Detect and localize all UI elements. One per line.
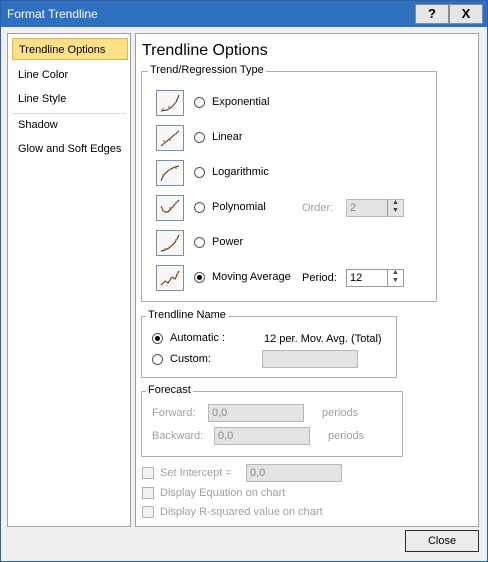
order-value: 2 [350,202,357,214]
linear-label: Linear [212,131,243,143]
nav-item-shadow[interactable]: Shadow [12,114,128,136]
window-title: Format Trendline [7,7,98,21]
trend-type-group-label: Trend/Regression Type [148,64,266,76]
options-panel: Trendline Options Trend/Regression Type … [135,33,479,527]
title-bar[interactable]: Format Trendline ? X [1,1,487,27]
trendline-name-group-label: Trendline Name [146,309,228,321]
nav-item-line-color[interactable]: Line Color [12,64,128,86]
power-trend-icon[interactable] [156,230,184,256]
polynomial-label: Polynomial [212,201,266,213]
display-rsquared-label: Display R-squared value on chart [160,506,323,518]
backward-label: Backward: [152,430,204,442]
logarithmic-radio[interactable] [194,167,205,178]
exponential-label: Exponential [212,96,270,108]
period-label: Period: [302,272,337,284]
linear-trend-icon[interactable] [156,125,184,151]
exponential-radio[interactable] [194,97,205,108]
custom-label: Custom: [170,353,211,365]
period-value: 12 [350,272,363,284]
automatic-label: Automatic : [170,332,226,344]
set-intercept-checkbox [142,467,154,479]
logarithmic-trend-icon[interactable] [156,160,184,186]
close-window-button[interactable]: X [449,4,483,24]
forecast-group-label: Forecast [146,384,193,396]
exponential-trend-icon[interactable] [156,90,184,116]
power-label: Power [212,236,244,248]
linear-radio[interactable] [194,132,205,143]
order-label: Order: [302,202,334,214]
set-intercept-label: Set Intercept = [160,467,232,479]
help-button[interactable]: ? [415,4,449,24]
nav-item-glow-soft-edges[interactable]: Glow and Soft Edges [12,138,128,160]
moving-average-trend-icon[interactable] [156,265,184,291]
polynomial-radio[interactable] [194,202,205,213]
order-field: 2 ▲ ▼ [346,199,404,217]
automatic-radio[interactable] [152,333,163,344]
power-radio[interactable] [194,237,205,248]
spin-down-icon[interactable]: ▼ [388,277,403,285]
close-button[interactable]: Close [405,530,479,552]
polynomial-trend-icon[interactable] [156,195,184,221]
logarithmic-label: Logarithmic [212,166,269,178]
backward-periods-label: periods [328,430,365,442]
period-field[interactable]: 12 ▲ ▼ [346,269,404,287]
category-nav: Trendline Options Line Color Line Style … [7,33,131,527]
order-spinner: ▲ ▼ [387,199,403,217]
forward-label: Forward: [152,407,196,419]
format-trendline-dialog: Format Trendline ? X Trendline Options L… [0,0,488,562]
intercept-field: 0,0 [246,464,342,482]
automatic-name-value: 12 per. Mov. Avg. (Total) [264,333,382,345]
display-equation-label: Display Equation on chart [160,487,286,499]
trendline-name-group: Trendline Name Automatic : 12 per. Mov. … [141,309,397,378]
spin-up-icon[interactable]: ▲ [388,269,403,277]
nav-item-line-style[interactable]: Line Style [12,88,128,110]
spin-up-icon: ▲ [392,199,399,206]
display-rsquared-checkbox [142,506,154,518]
dialog-body: Trendline Options Line Color Line Style … [5,29,483,557]
moving-average-radio[interactable] [194,272,205,283]
nav-item-trendline-options[interactable]: Trendline Options [12,38,128,60]
forecast-group: Forecast Forward: 0,0 periods Backward: … [141,384,403,457]
backward-field: 0,0 [214,427,310,445]
custom-radio[interactable] [152,354,163,365]
display-equation-checkbox [142,487,154,499]
forward-periods-label: periods [322,407,359,419]
spin-down-icon: ▼ [392,207,399,214]
period-spinner[interactable]: ▲ ▼ [387,269,403,287]
moving-average-label: Moving Average [212,271,291,283]
panel-heading: Trendline Options [142,42,268,59]
forward-field: 0,0 [208,404,304,422]
custom-name-field [262,350,358,368]
trend-type-group: Trend/Regression Type Exponential Linear [141,64,437,302]
